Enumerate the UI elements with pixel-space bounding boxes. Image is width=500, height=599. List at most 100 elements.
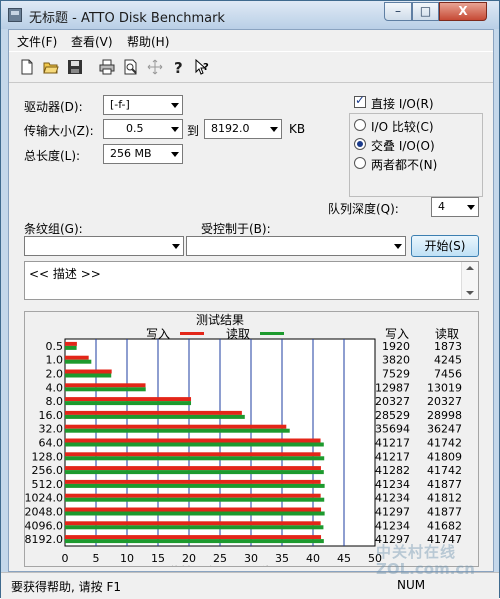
read-value: 4245 [434, 354, 462, 367]
read-value: 41877 [427, 478, 462, 491]
help-question-icon[interactable]: ? [171, 59, 187, 75]
write-bar [65, 397, 192, 402]
category-label: 512.0 [32, 478, 64, 491]
controlled-by-label: 受控制于(B): [201, 222, 271, 236]
app-window: 无标题 - ATTO Disk Benchmark – □ X 文件(F) 查看… [0, 0, 500, 599]
write-value: 20327 [375, 395, 410, 408]
open-folder-icon[interactable] [43, 59, 59, 75]
read-bar [65, 345, 77, 350]
direct-io-checkbox[interactable] [354, 93, 366, 108]
total-length-label: 总长度(L): [24, 149, 81, 163]
move-arrows-icon[interactable] [147, 59, 163, 75]
read-bar [65, 401, 192, 406]
io-compare-radio[interactable] [354, 119, 366, 131]
print-preview-icon[interactable] [123, 59, 139, 75]
category-label: 4096.0 [25, 519, 63, 532]
neither-radio[interactable] [354, 157, 366, 169]
read-bar [65, 442, 324, 447]
stripe-group-select[interactable] [24, 236, 184, 256]
title-bar[interactable]: 无标题 - ATTO Disk Benchmark – □ X [1, 1, 499, 29]
read-value: 41742 [427, 464, 462, 477]
kb-unit-label: KB [289, 122, 306, 136]
menu-file[interactable]: 文件(F) [17, 33, 57, 50]
legend-label: 写入 [146, 327, 170, 341]
category-label: 4.0 [46, 381, 64, 394]
read-bar [65, 470, 324, 475]
start-button[interactable]: 开始(S) [411, 235, 479, 257]
read-bar [65, 387, 146, 392]
minimize-button[interactable]: – [384, 2, 412, 21]
drive-value: [-f-] [110, 98, 130, 111]
category-label: 8.0 [46, 395, 64, 408]
watermark-en: ZOL.com.cn [376, 560, 475, 578]
transfer-size-label: 传输大小(Z): [24, 124, 94, 138]
write-bar [65, 355, 89, 360]
write-value: 41234 [375, 519, 410, 532]
maximize-button[interactable]: □ [412, 2, 439, 21]
chevron-down-icon [394, 244, 402, 249]
read-value: 41877 [427, 506, 462, 519]
chevron-down-icon [171, 103, 179, 108]
menu-view[interactable]: 查看(V) [71, 33, 113, 50]
description-scrollbar[interactable] [461, 262, 478, 299]
drive-select[interactable]: [-f-] [103, 95, 183, 115]
legend-label: 读取 [226, 327, 250, 341]
drive-label: 驱动器(D): [24, 100, 83, 114]
read-value: 41812 [427, 492, 462, 505]
legend-swatch [180, 332, 204, 335]
category-label: 32.0 [39, 423, 64, 436]
x-tick-label: 25 [213, 552, 227, 565]
print-icon[interactable] [99, 59, 115, 75]
read-bar [65, 359, 92, 364]
description-text: << 描述 >> [29, 267, 101, 281]
chart-title: 测试结果 [196, 312, 244, 327]
menu-help[interactable]: 帮助(H) [127, 33, 169, 50]
write-bar [65, 493, 321, 498]
write-value: 7529 [382, 368, 410, 381]
toolbar: ? ? [9, 51, 493, 83]
category-label: 0.5 [46, 340, 64, 353]
write-bar [65, 383, 146, 388]
chevron-down-icon [171, 152, 179, 157]
controlled-by-select[interactable] [186, 236, 406, 256]
legend-swatch [260, 332, 284, 335]
write-bar [65, 341, 77, 346]
chevron-down-icon [467, 205, 475, 210]
read-bar [65, 539, 324, 544]
menu-bar: 文件(F) 查看(V) 帮助(H) [9, 30, 493, 50]
io-overlap-radio[interactable] [354, 138, 366, 150]
write-bar [65, 535, 322, 540]
app-icon [8, 8, 22, 22]
read-value: 41809 [427, 450, 462, 463]
transfer-size-to-select[interactable]: 8192.0 [204, 119, 282, 139]
chevron-down-icon [172, 244, 180, 249]
queue-depth-select[interactable]: 4 [431, 197, 479, 217]
write-bar [65, 438, 321, 443]
results-panel: 05101520253035404550测试结果写入读取传输速率 - MB / … [24, 311, 479, 579]
close-button[interactable]: X [439, 2, 487, 21]
x-tick-label: 40 [306, 552, 320, 565]
total-length-value: 256 MB [110, 147, 152, 160]
category-label: 1.0 [46, 354, 64, 367]
description-box[interactable]: << 描述 >> [24, 261, 479, 300]
context-help-icon[interactable]: ? [195, 59, 211, 75]
category-label: 256.0 [32, 464, 64, 477]
read-value: 41742 [427, 437, 462, 450]
watermark: 中关村在线 ZOL.com.cn [376, 541, 475, 578]
save-disk-icon[interactable] [67, 59, 83, 75]
write-value: 35694 [375, 423, 410, 436]
category-label: 1024.0 [25, 492, 63, 505]
total-length-select[interactable]: 256 MB [103, 144, 183, 164]
write-value: 41282 [375, 464, 410, 477]
transfer-size-from-select[interactable]: 0.5 [103, 119, 183, 139]
io-compare-label: I/O 比较(C) [371, 120, 434, 134]
write-bar [65, 424, 287, 429]
neither-label: 两者都不(N) [371, 158, 438, 172]
write-value: 3820 [382, 354, 410, 367]
chevron-down-icon [270, 127, 278, 132]
queue-depth-label: 队列深度(Q): [328, 202, 399, 216]
new-file-icon[interactable] [19, 59, 35, 75]
scroll-down-icon[interactable] [466, 291, 474, 295]
write-value: 28529 [375, 409, 410, 422]
scroll-up-icon[interactable] [466, 266, 474, 270]
